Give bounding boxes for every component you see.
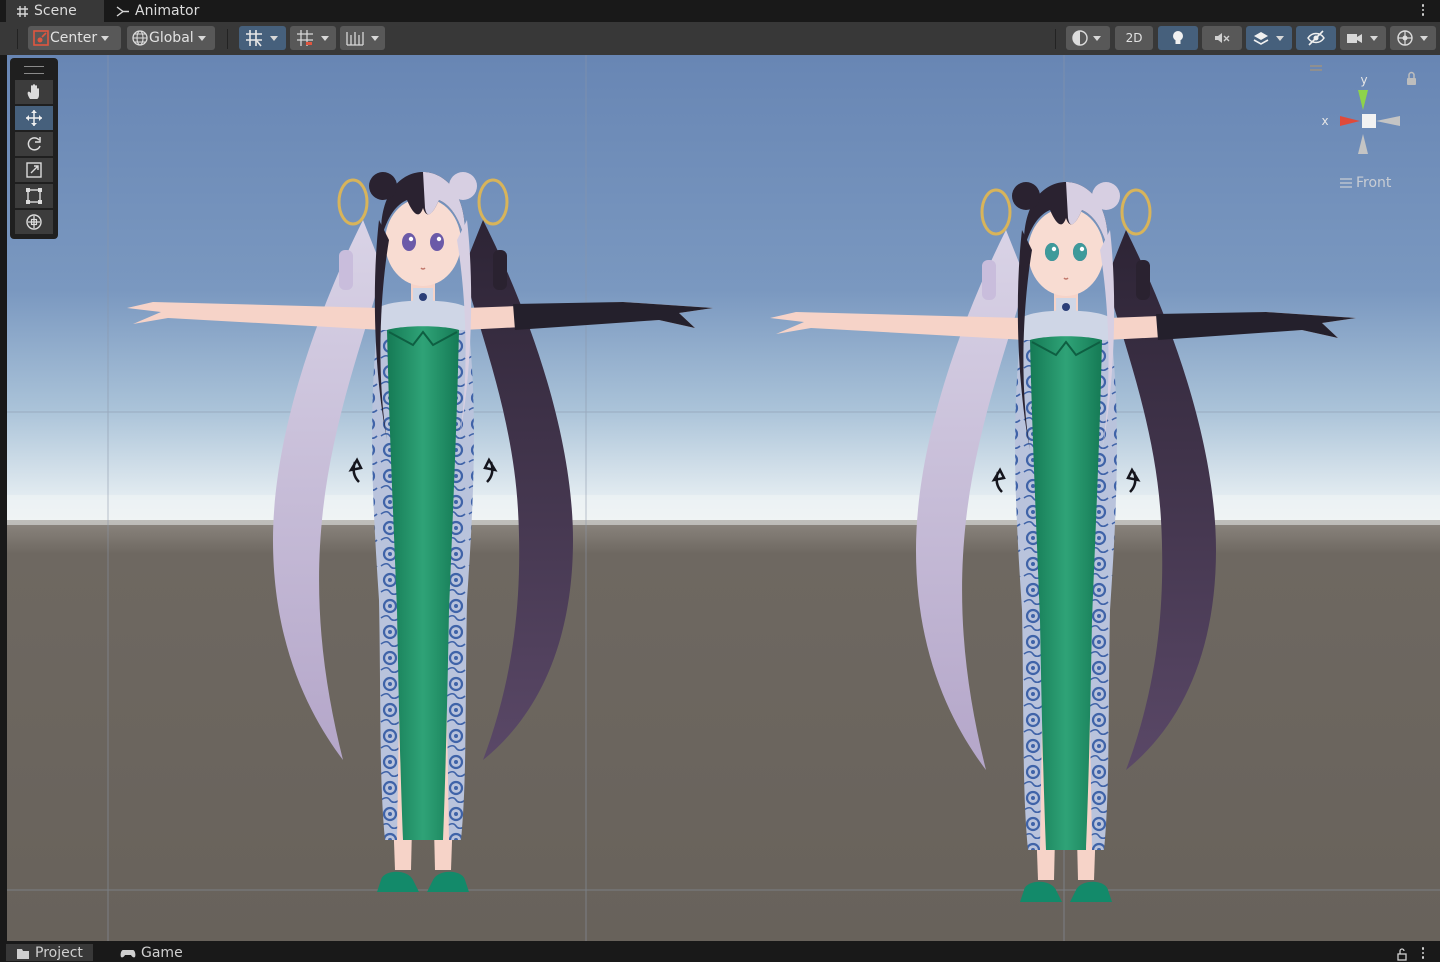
- eye-hidden-icon: [1307, 30, 1325, 46]
- transform-tools-overlay: [10, 58, 58, 239]
- scene-effects-dropdown[interactable]: [1246, 26, 1292, 50]
- chevron-down-icon: [270, 35, 278, 41]
- scene-visibility-toggle[interactable]: [1296, 26, 1336, 50]
- chevron-down-icon: [1420, 35, 1428, 41]
- chevron-down-icon: [197, 35, 206, 41]
- folder-icon: [17, 948, 29, 959]
- pivot-rotation-label: Global: [149, 30, 194, 46]
- view-mode-text: Front: [1356, 175, 1392, 191]
- grid-snap-icon: [246, 30, 262, 47]
- camera-icon: [1347, 34, 1362, 43]
- hand-tool-button[interactable]: [15, 80, 53, 104]
- toolbar-grip: [17, 29, 18, 49]
- window-tab-bar: Scene Animator: [0, 0, 1440, 22]
- axis-gizmo-icon[interactable]: y x: [1306, 62, 1420, 162]
- move-tool-button[interactable]: [15, 106, 53, 130]
- audio-mute-icon: [1215, 33, 1230, 43]
- lightbulb-icon: [1173, 31, 1183, 44]
- tab-project[interactable]: Project: [6, 944, 93, 961]
- scene-toolbar: Center Global 2D: [0, 22, 1440, 55]
- rotate-icon: [27, 137, 41, 151]
- transform-tool-button[interactable]: [15, 210, 53, 234]
- toolbar-separator: [1055, 29, 1056, 49]
- tab-animator[interactable]: Animator: [106, 0, 209, 22]
- draw-mode-dropdown[interactable]: [1066, 26, 1110, 50]
- toolbar-separator: [227, 29, 228, 49]
- pivot-mode-dropdown[interactable]: Center: [28, 26, 121, 50]
- chevron-down-icon: [1276, 35, 1284, 41]
- increment-snap-toggle[interactable]: [290, 26, 336, 50]
- rect-transform-icon: [26, 188, 42, 204]
- chevron-down-icon: [321, 35, 329, 41]
- scene-viewport[interactable]: [7, 55, 1440, 941]
- tab-scene-label: Scene: [34, 3, 77, 19]
- pivot-mode-label: Center: [50, 30, 98, 46]
- scene-render[interactable]: [7, 55, 1440, 941]
- pivot-rotation-dropdown[interactable]: Global: [127, 26, 215, 50]
- rect-tool-button[interactable]: [15, 184, 53, 208]
- shaded-sphere-icon: [1072, 30, 1088, 46]
- scene-camera-dropdown[interactable]: [1340, 26, 1386, 50]
- scene-lighting-toggle[interactable]: [1158, 26, 1198, 50]
- globe-icon: [132, 30, 148, 46]
- rotate-tool-button[interactable]: [15, 132, 53, 156]
- layers-icon: [1253, 32, 1269, 45]
- gizmo-y-label: y: [1360, 73, 1367, 87]
- animator-icon: [116, 5, 129, 17]
- toggle-2d-label: 2D: [1125, 31, 1143, 45]
- bottom-tab-bar: Project Game: [0, 941, 1440, 961]
- chevron-down-icon: [371, 35, 379, 41]
- increment-snap-icon: [297, 30, 313, 46]
- tab-game-label: Game: [141, 944, 183, 961]
- tab-animator-label: Animator: [135, 3, 200, 19]
- snap-increment-dropdown[interactable]: [340, 26, 385, 50]
- scale-icon: [26, 162, 42, 178]
- more-options-icon[interactable]: [1416, 944, 1430, 962]
- overlay-grip[interactable]: [24, 66, 44, 74]
- hand-icon: [27, 84, 39, 99]
- tab-scene[interactable]: Scene: [6, 0, 104, 22]
- gizmo-x-label: x: [1321, 114, 1328, 128]
- ruler-icon: [346, 32, 364, 46]
- pivot-center-icon: [33, 30, 49, 46]
- gamepad-icon: [120, 949, 136, 957]
- gizmos-dropdown[interactable]: [1390, 26, 1436, 50]
- tab-project-label: Project: [35, 944, 83, 961]
- transform-combined-icon: [26, 214, 42, 230]
- gizmos-globe-icon: [1397, 30, 1413, 46]
- tab-game[interactable]: Game: [110, 944, 193, 961]
- scene-audio-toggle[interactable]: [1202, 26, 1242, 50]
- chevron-down-icon: [1370, 35, 1378, 41]
- grid-snap-toggle[interactable]: [239, 26, 286, 50]
- toggle-2d-button[interactable]: 2D: [1115, 26, 1153, 50]
- lock-icon[interactable]: [1396, 947, 1408, 961]
- move-arrows-icon: [26, 110, 42, 126]
- more-options-icon[interactable]: [1416, 1, 1430, 19]
- view-mode-label[interactable]: Front: [1340, 175, 1391, 191]
- chevron-down-icon: [101, 35, 110, 41]
- chevron-down-icon: [1093, 35, 1101, 41]
- hamburger-icon: [1340, 178, 1352, 188]
- scale-tool-button[interactable]: [15, 158, 53, 182]
- grid-hash-icon: [17, 5, 28, 17]
